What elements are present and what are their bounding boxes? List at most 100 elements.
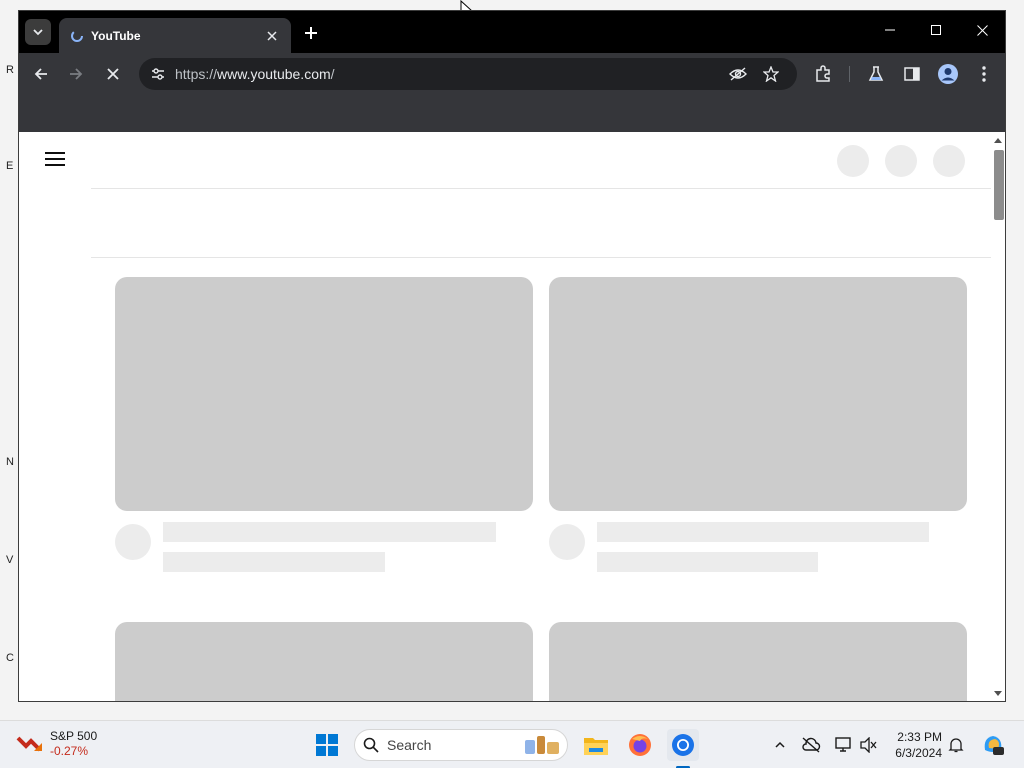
eye-off-icon bbox=[729, 67, 747, 81]
profile-button[interactable] bbox=[934, 60, 962, 88]
bookmark-bar bbox=[19, 95, 1005, 132]
firefox-icon bbox=[629, 734, 651, 756]
desktop-icon-label: R bbox=[6, 64, 14, 76]
close-icon bbox=[976, 24, 988, 36]
taskbar-clock[interactable]: 2:33 PM 6/3/2024 bbox=[888, 729, 942, 761]
title-line-skeleton bbox=[597, 522, 929, 542]
side-panel-button[interactable] bbox=[898, 60, 926, 88]
tab-strip: YouTube bbox=[19, 11, 1005, 53]
stock-down-icon bbox=[16, 736, 42, 752]
browser-toolbar: https://www.youtube.com/ bbox=[19, 53, 1005, 95]
tab-youtube[interactable]: YouTube bbox=[59, 18, 291, 53]
browser-window: YouTube https://www.youtube.com/ bbox=[18, 10, 1006, 702]
file-explorer-button[interactable] bbox=[580, 729, 612, 761]
chips-divider bbox=[91, 257, 991, 258]
volume-button[interactable] bbox=[859, 735, 879, 755]
new-tab-button[interactable] bbox=[299, 21, 323, 45]
chrome-icon bbox=[672, 734, 694, 756]
loading-spinner-icon bbox=[69, 28, 85, 44]
title-line-skeleton bbox=[163, 522, 496, 542]
browser-menu-button[interactable] bbox=[970, 60, 998, 88]
onedrive-button[interactable] bbox=[801, 735, 821, 755]
header-divider bbox=[91, 188, 991, 189]
tune-icon bbox=[152, 68, 164, 80]
taskbar: S&P 500 -0.27% Search 2:33 PM 6/3/2024 bbox=[0, 720, 1024, 768]
plus-icon bbox=[305, 27, 317, 39]
desktop-icon-label: V bbox=[6, 554, 14, 566]
desktop-icon-v[interactable]: V bbox=[0, 550, 16, 568]
chevron-up-icon bbox=[775, 741, 785, 748]
more-vertical-icon bbox=[982, 66, 986, 82]
chrome-button[interactable] bbox=[667, 729, 699, 761]
network-button[interactable] bbox=[834, 735, 854, 755]
close-tab-icon[interactable] bbox=[263, 27, 281, 45]
channel-avatar-skeleton bbox=[549, 524, 585, 560]
minimize-icon bbox=[885, 29, 895, 31]
channel-avatar-skeleton bbox=[115, 524, 151, 560]
taskbar-search[interactable]: Search bbox=[354, 729, 568, 761]
scrollbar-thumb[interactable] bbox=[994, 150, 1004, 220]
copilot-button[interactable] bbox=[980, 731, 1006, 757]
speaker-muted-icon bbox=[860, 737, 877, 753]
minimize-button[interactable] bbox=[867, 11, 913, 49]
side-panel-icon bbox=[904, 67, 920, 81]
search-icon bbox=[363, 737, 379, 753]
start-button[interactable] bbox=[311, 729, 343, 761]
header-skeleton-circle bbox=[837, 145, 869, 177]
monitor-network-icon bbox=[835, 737, 851, 752]
windows-logo-icon bbox=[316, 734, 338, 756]
forward-button[interactable] bbox=[62, 60, 90, 88]
show-hidden-icons-button[interactable] bbox=[770, 735, 790, 755]
desktop-icon-label: E bbox=[6, 160, 14, 172]
toolbar-divider bbox=[849, 66, 850, 82]
arrow-right-icon bbox=[70, 68, 83, 80]
header-skeleton-circle bbox=[885, 145, 917, 177]
close-window-button[interactable] bbox=[959, 11, 1005, 49]
desktop-icon-label: C bbox=[6, 652, 14, 664]
maximize-button[interactable] bbox=[913, 11, 959, 49]
desktop-icon-e[interactable]: E bbox=[0, 156, 16, 174]
desktop-icon-n[interactable]: N bbox=[0, 452, 16, 470]
bookmark-star-button[interactable] bbox=[760, 63, 782, 85]
tab-title: YouTube bbox=[91, 28, 141, 43]
puzzle-icon bbox=[816, 65, 830, 82]
page-viewport bbox=[19, 132, 1005, 701]
notifications-button[interactable] bbox=[946, 735, 966, 755]
avatar-icon bbox=[938, 64, 958, 84]
chevron-down-icon bbox=[33, 29, 43, 36]
arrow-left-icon bbox=[34, 68, 47, 80]
video-thumbnail-skeleton bbox=[115, 277, 533, 511]
third-party-cookies-blocked-button[interactable] bbox=[727, 63, 749, 85]
meta-line-skeleton bbox=[163, 552, 385, 572]
flask-icon bbox=[868, 66, 884, 81]
url-text: https://www.youtube.com/ bbox=[175, 66, 335, 82]
chrome-labs-button[interactable] bbox=[862, 60, 890, 88]
url-host: www.youtube.com bbox=[217, 66, 331, 82]
scroll-up-arrow-icon[interactable] bbox=[994, 138, 1002, 143]
star-icon bbox=[763, 66, 779, 82]
stop-loading-button[interactable] bbox=[99, 60, 127, 88]
extensions-button[interactable] bbox=[809, 60, 837, 88]
search-highlight-icon bbox=[525, 736, 559, 754]
video-thumbnail-skeleton bbox=[115, 622, 533, 701]
copilot-icon bbox=[984, 736, 1004, 755]
tab-search-button[interactable] bbox=[25, 19, 51, 45]
address-bar[interactable]: https://www.youtube.com/ bbox=[139, 58, 797, 90]
scroll-down-arrow-icon[interactable] bbox=[994, 691, 1002, 696]
desktop-icon-c[interactable]: C bbox=[0, 648, 16, 666]
stock-widget[interactable]: S&P 500 -0.27% bbox=[16, 729, 97, 759]
stock-name: S&P 500 bbox=[50, 729, 98, 743]
page-scrollbar[interactable] bbox=[991, 132, 1005, 701]
hamburger-menu-icon[interactable] bbox=[45, 152, 65, 166]
desktop-icon-r[interactable]: R bbox=[0, 60, 16, 78]
url-path: / bbox=[330, 66, 335, 82]
bell-icon bbox=[948, 738, 964, 753]
site-settings-button[interactable] bbox=[147, 63, 169, 85]
cloud-off-icon bbox=[802, 737, 821, 753]
firefox-button[interactable] bbox=[624, 729, 656, 761]
url-scheme: https:// bbox=[175, 66, 218, 82]
back-button[interactable] bbox=[27, 60, 55, 88]
meta-line-skeleton bbox=[597, 552, 818, 572]
desktop-icon-label: N bbox=[6, 456, 14, 468]
close-icon bbox=[107, 68, 119, 80]
